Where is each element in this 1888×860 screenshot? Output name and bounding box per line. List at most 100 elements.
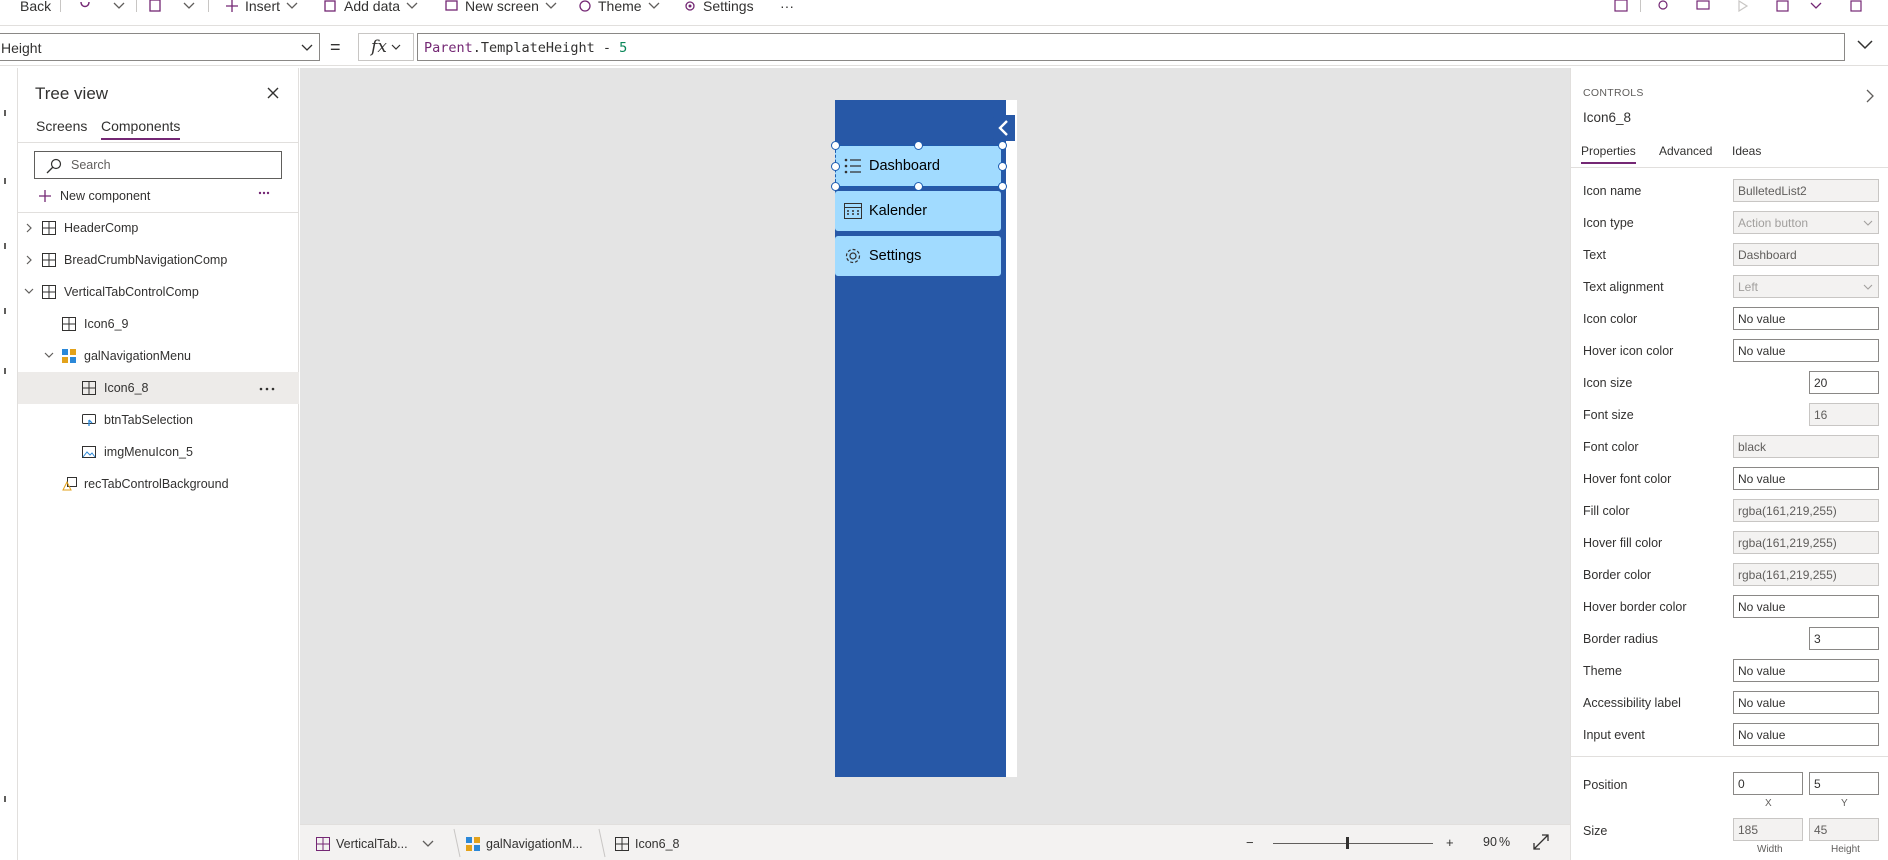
formula-input[interactable]: Parent.TemplateHeight - 5	[417, 33, 1845, 61]
publish-button[interactable]	[1850, 0, 1864, 12]
resize-handle[interactable]	[914, 141, 923, 150]
chevron-right-icon[interactable]	[25, 255, 33, 265]
undo-dropdown[interactable]	[113, 0, 125, 12]
text-alignment-dropdown[interactable]: Left	[1733, 275, 1879, 298]
tree-item-btntabselection[interactable]: btnTabSelection	[18, 404, 299, 436]
chevron-right-icon[interactable]	[1865, 89, 1875, 103]
rail-media-indicator[interactable]	[4, 308, 6, 314]
nav-item-kalender[interactable]: Kalender	[835, 191, 1001, 231]
theme-field[interactable]: No value	[1733, 659, 1879, 682]
tab-screens[interactable]: Screens	[36, 118, 87, 138]
zoom-in-button[interactable]: +	[1446, 835, 1454, 850]
zoom-slider-track[interactable]	[1273, 843, 1433, 844]
tree-item-breadcrumbnavigationcomp[interactable]: BreadCrumbNavigationComp	[18, 244, 299, 276]
save-button[interactable]	[1776, 0, 1790, 12]
tree-item-galnavigationmenu[interactable]: galNavigationMenu	[18, 340, 299, 372]
tab-components[interactable]: Components	[101, 118, 181, 140]
chevron-down-icon	[1810, 2, 1822, 9]
breadcrumb-icon[interactable]: Icon6_8	[615, 835, 679, 853]
breadcrumb-gallery[interactable]: galNavigationM...	[466, 835, 583, 853]
rail-settings-indicator[interactable]	[4, 796, 6, 802]
hover-fill-color-field[interactable]: rgba(161,219,255)	[1733, 531, 1879, 554]
icon-color-field[interactable]: No value	[1733, 307, 1879, 330]
font-color-field[interactable]: black	[1733, 435, 1879, 458]
tree-item-imgmenuicon-5[interactable]: imgMenuIcon_5	[18, 436, 299, 468]
more-icon[interactable]	[258, 191, 270, 195]
fit-to-window-icon[interactable]	[1533, 834, 1549, 850]
new-component-button[interactable]: New component	[38, 186, 150, 206]
theme-button[interactable]: Theme	[578, 0, 660, 14]
resize-handle[interactable]	[998, 162, 1007, 171]
add-data-button[interactable]: Add data	[324, 0, 418, 14]
save-dropdown[interactable]	[1810, 0, 1822, 12]
breadcrumb-component[interactable]: VerticalTab...	[316, 835, 434, 853]
nav-item-settings[interactable]: Settings	[835, 236, 1001, 276]
accessibility-label-field[interactable]: No value	[1733, 691, 1879, 714]
tree-item-icon6-8[interactable]: Icon6_8	[18, 372, 299, 404]
expand-formula-icon[interactable]	[1856, 39, 1874, 51]
text-field[interactable]: Dashboard	[1733, 243, 1879, 266]
more-commands-button[interactable]: ···	[780, 0, 794, 14]
tree-item-icon6-9[interactable]: Icon6_9	[18, 308, 299, 340]
resize-handle[interactable]	[998, 182, 1007, 191]
zoom-out-button[interactable]: −	[1246, 835, 1254, 850]
hover-border-color-field[interactable]: No value	[1733, 595, 1879, 618]
resize-handle[interactable]	[998, 141, 1007, 150]
paste-button[interactable]	[148, 0, 162, 12]
tab-advanced[interactable]: Advanced	[1659, 144, 1712, 162]
input-event-field[interactable]: No value	[1733, 723, 1879, 746]
chevron-right-icon[interactable]	[25, 223, 33, 233]
rail-data-indicator[interactable]	[4, 243, 6, 249]
icon-type-dropdown[interactable]: Action button	[1733, 211, 1879, 234]
position-y-field[interactable]: 5	[1809, 772, 1879, 795]
rail-insert-indicator[interactable]	[4, 178, 6, 184]
hover-font-color-field[interactable]: No value	[1733, 467, 1879, 490]
back-button[interactable]: Back	[0, 0, 51, 14]
share-button[interactable]	[1656, 0, 1670, 12]
border-radius-field[interactable]: 3	[1809, 627, 1879, 650]
rail-tree-indicator[interactable]	[4, 110, 6, 116]
resize-handle[interactable]	[831, 182, 840, 191]
paste-dropdown[interactable]	[183, 0, 195, 12]
insert-button[interactable]: Insert	[225, 0, 298, 14]
tab-ideas[interactable]: Ideas	[1732, 144, 1761, 162]
design-canvas[interactable]: Dashboard Kalender Settings	[300, 68, 1570, 824]
property-dropdown[interactable]: Height	[0, 33, 320, 61]
fx-button[interactable]: fx	[358, 33, 414, 61]
prop-label-font-color: Font color	[1583, 440, 1639, 454]
size-height-field[interactable]: 45	[1809, 818, 1879, 841]
tab-properties[interactable]: Properties	[1581, 144, 1636, 164]
icon-size-field[interactable]: 20	[1809, 371, 1879, 394]
hover-icon-color-field[interactable]: No value	[1733, 339, 1879, 362]
tree-item-rectabcontrolbackground[interactable]: recTabControlBackground	[18, 468, 299, 500]
icon-name-field[interactable]: BulletedList2	[1733, 179, 1879, 202]
close-icon[interactable]	[266, 86, 280, 100]
chevron-down-icon[interactable]	[24, 287, 34, 295]
fill-color-field[interactable]: rgba(161,219,255)	[1733, 499, 1879, 522]
search-input[interactable]: Search	[34, 151, 282, 179]
border-color-field[interactable]: rgba(161,219,255)	[1733, 563, 1879, 586]
tree-item-verticaltabcontrolcomp[interactable]: VerticalTabControlComp	[18, 276, 299, 308]
rail-advanced-indicator[interactable]	[4, 368, 6, 374]
new-screen-button[interactable]: New screen	[445, 0, 557, 14]
preview-button[interactable]	[1736, 0, 1750, 12]
chevron-down-icon[interactable]	[44, 351, 54, 359]
position-x-field[interactable]: 0	[1733, 772, 1803, 795]
chevron-down-icon[interactable]	[422, 840, 434, 848]
more-icon[interactable]	[259, 387, 275, 391]
size-width-field[interactable]: 185	[1733, 818, 1803, 841]
tree-item-headercomp[interactable]: HeaderComp	[18, 212, 299, 244]
resize-handle[interactable]	[914, 182, 923, 191]
settings-button[interactable]: Settings	[683, 0, 754, 14]
resize-handle[interactable]	[831, 141, 840, 150]
resize-handle[interactable]	[831, 162, 840, 171]
font-size-field[interactable]: 16	[1809, 403, 1879, 426]
zoom-slider-thumb[interactable]	[1346, 837, 1349, 849]
app-checker-button[interactable]	[1614, 0, 1628, 12]
collapse-button[interactable]	[993, 115, 1015, 141]
undo-button[interactable]	[78, 0, 92, 12]
tree-view-panel: Tree view Screens Components Search New …	[18, 68, 299, 860]
controls-section-label: CONTROLS	[1583, 87, 1644, 99]
nav-item-dashboard[interactable]: Dashboard	[835, 146, 1001, 186]
comments-button[interactable]	[1696, 0, 1710, 12]
